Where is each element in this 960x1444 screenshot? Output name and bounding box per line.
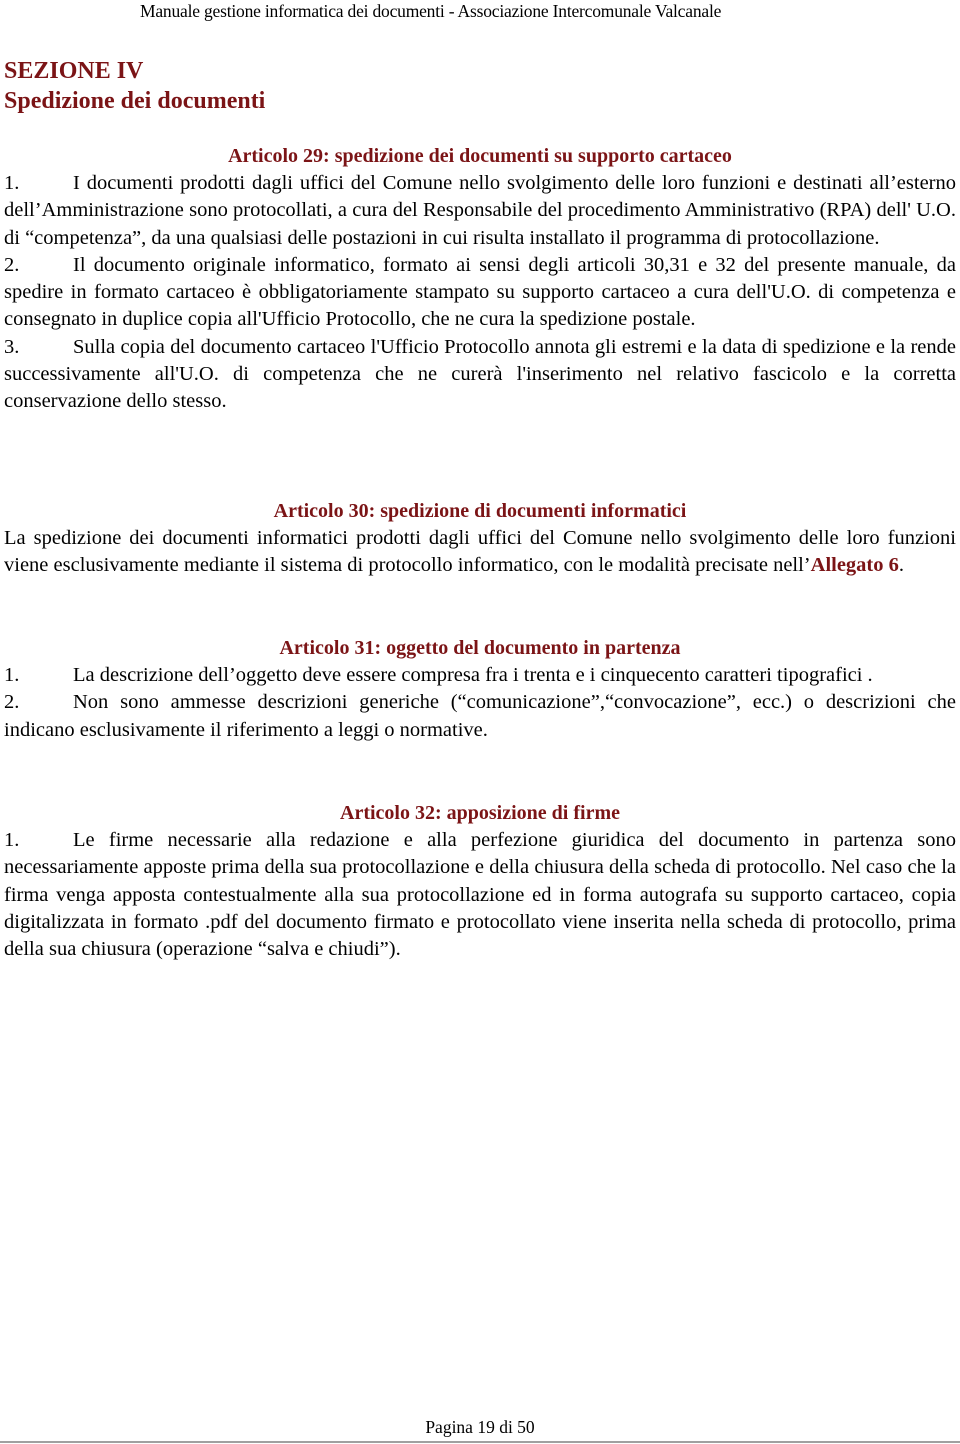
page-number: Pagina 19 di 50 bbox=[425, 1417, 535, 1437]
article-31-paragraph-1: 1. La descrizione dell’oggetto deve esser… bbox=[4, 662, 956, 689]
article-30-title: Articolo 30: spedizione di documenti inf… bbox=[273, 500, 687, 522]
article-29-title: Articolo 29: spedizione dei documenti su… bbox=[228, 145, 732, 167]
article-32-title: Articolo 32: apposizione di firme bbox=[340, 802, 620, 824]
article-30-body: La spedizione dei documenti informatici … bbox=[4, 525, 956, 580]
footer-divider bbox=[0, 1441, 960, 1443]
paragraph-text: La descrizione dell’oggetto deve essere … bbox=[73, 664, 873, 686]
running-header: Manuale gestione informatica dei documen… bbox=[140, 1, 722, 21]
article-31-body: 1. La descrizione dell’oggetto deve esser… bbox=[4, 662, 956, 744]
paragraph-text: I documenti prodotti dagli uffici del Co… bbox=[4, 172, 956, 249]
article-31-title: Articolo 31: oggetto del documento in pa… bbox=[279, 637, 681, 659]
paragraph-text: Non sono ammesse descrizioni generiche (… bbox=[4, 691, 956, 741]
article-29-paragraph-3: 3. Sulla copia del documento cartaceo l'U… bbox=[4, 334, 956, 416]
article-29-paragraph-1: 1. I documenti prodotti dagli uffici del … bbox=[4, 170, 956, 252]
paragraph-text-end: . bbox=[898, 554, 905, 577]
article-29-body: 1. I documenti prodotti dagli uffici del … bbox=[4, 170, 956, 416]
paragraph-number: 2. bbox=[4, 691, 20, 714]
article-32-paragraph-1: 1. Le firme necessarie alla redazione e a… bbox=[4, 827, 956, 963]
paragraph-number: 3. bbox=[4, 335, 20, 358]
paragraph-text: Il documento originale informatico, form… bbox=[4, 253, 956, 331]
article-32-body: 1. Le firme necessarie alla redazione e a… bbox=[4, 827, 956, 963]
paragraph-number: 2. bbox=[4, 253, 20, 276]
section-number: SEZIONE IV bbox=[4, 58, 144, 84]
section-title: Spedizione dei documenti bbox=[4, 88, 266, 114]
paragraph-number: 1. bbox=[4, 829, 20, 851]
article-29-paragraph-2: 2. Il documento originale informatico, fo… bbox=[4, 252, 956, 334]
paragraph-text: Le firme necessarie alla redazione e all… bbox=[4, 829, 956, 961]
paragraph-number: 1. bbox=[4, 172, 20, 194]
allegato-reference: Allegato 6 bbox=[810, 554, 899, 577]
paragraph-text: Sulla copia del documento cartaceo l'Uff… bbox=[4, 335, 956, 413]
article-30-paragraph: La spedizione dei documenti informatici … bbox=[4, 525, 956, 580]
paragraph-number: 1. bbox=[4, 664, 20, 686]
section-heading: SEZIONE IV Spedizione dei documenti bbox=[4, 56, 265, 116]
article-31-paragraph-2: 2. Non sono ammesse descrizioni generiche… bbox=[4, 689, 956, 744]
